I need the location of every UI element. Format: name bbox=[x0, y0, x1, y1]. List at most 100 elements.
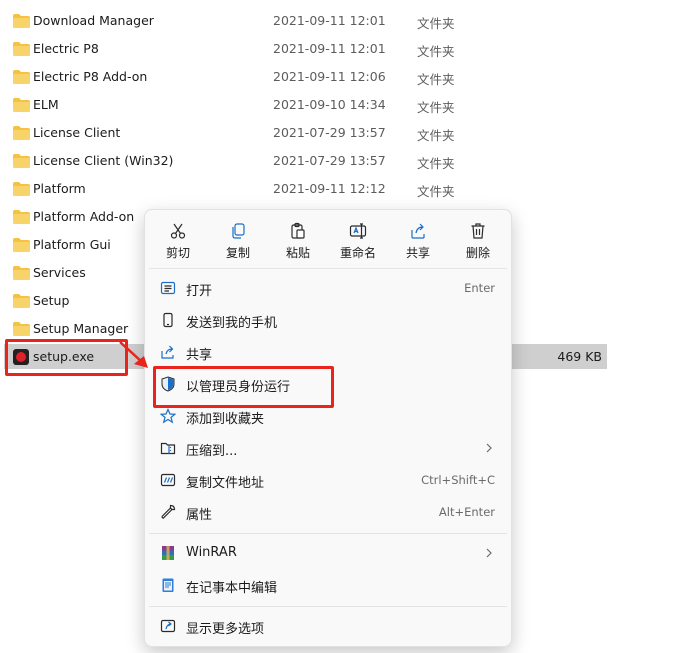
menu-item-properties[interactable]: 属性 Alt+Enter bbox=[149, 497, 507, 527]
menu-item-open[interactable]: 打开 Enter bbox=[149, 273, 507, 303]
copy-path-icon bbox=[160, 473, 176, 487]
file-date: 2021-09-10 14:34 bbox=[273, 97, 386, 112]
file-row[interactable]: ELM 2021-09-10 14:34 文件夹 bbox=[0, 91, 681, 119]
rename-button[interactable]: 重命名 bbox=[328, 216, 388, 266]
folder-icon bbox=[13, 322, 30, 336]
folder-icon bbox=[13, 182, 30, 196]
copy-label: 复制 bbox=[225, 246, 250, 260]
winrar-icon bbox=[162, 546, 174, 560]
folder-icon bbox=[13, 42, 30, 56]
folder-icon bbox=[13, 70, 30, 84]
file-date: 2021-09-11 12:01 bbox=[273, 13, 386, 28]
wrench-icon bbox=[161, 504, 176, 519]
file-row[interactable]: Download Manager 2021-09-11 12:01 文件夹 bbox=[0, 7, 681, 35]
menu-item-share[interactable]: 共享 bbox=[149, 337, 507, 367]
paste-button[interactable]: 粘贴 bbox=[268, 216, 328, 266]
file-name: License Client bbox=[33, 125, 121, 140]
delete-label: 删除 bbox=[465, 246, 490, 260]
folder-icon bbox=[13, 98, 30, 112]
cut-label: 剪切 bbox=[165, 246, 190, 260]
file-row[interactable]: License Client (Win32) 2021-07-29 13:57 … bbox=[0, 147, 681, 175]
menu-item-label: 共享 bbox=[186, 348, 213, 363]
file-row[interactable]: Platform 2021-09-11 12:12 文件夹 bbox=[0, 175, 681, 203]
menu-item-copy-path[interactable]: 复制文件地址 Ctrl+Shift+C bbox=[149, 465, 507, 495]
file-type: 文件夹 bbox=[417, 184, 455, 199]
menu-item-compress[interactable]: 压缩到... bbox=[149, 433, 507, 463]
file-type: 文件夹 bbox=[417, 128, 455, 143]
file-row[interactable]: Electric P8 2021-09-11 12:01 文件夹 bbox=[0, 35, 681, 63]
zip-folder-icon bbox=[160, 442, 176, 455]
menu-item-send-to-phone[interactable]: 发送到我的手机 bbox=[149, 305, 507, 335]
share-label: 共享 bbox=[405, 246, 430, 260]
file-name: Services bbox=[33, 265, 86, 280]
menu-item-label: 显示更多选项 bbox=[186, 622, 265, 637]
share-icon bbox=[411, 223, 425, 239]
chevron-right-icon bbox=[486, 443, 492, 453]
folder-icon bbox=[13, 126, 30, 140]
share-icon bbox=[161, 345, 174, 359]
menu-item-edit-notepad[interactable]: 在记事本中编辑 bbox=[149, 570, 507, 600]
menu-item-shortcut: Enter bbox=[464, 281, 495, 295]
folder-icon bbox=[13, 210, 30, 224]
scissors-icon bbox=[170, 223, 186, 239]
share-button[interactable]: 共享 bbox=[388, 216, 448, 266]
folder-icon bbox=[13, 14, 30, 28]
file-name: Platform Add-on bbox=[33, 209, 135, 224]
menu-separator bbox=[149, 533, 507, 534]
open-icon bbox=[160, 281, 176, 295]
rename-label: 重命名 bbox=[339, 246, 376, 260]
trash-icon bbox=[471, 223, 485, 239]
menu-item-label: 属性 bbox=[186, 508, 213, 523]
file-name: Setup bbox=[33, 293, 70, 308]
context-menu-toolbar: 剪切 复制 粘贴 重命名 共享 删除 bbox=[145, 210, 511, 268]
menu-separator bbox=[149, 606, 507, 607]
menu-item-label: 发送到我的手机 bbox=[186, 316, 278, 331]
file-name: ELM bbox=[33, 97, 59, 112]
file-date: 2021-09-11 12:01 bbox=[273, 41, 386, 56]
menu-item-winrar[interactable]: WinRAR bbox=[149, 538, 507, 568]
chevron-right-icon bbox=[486, 548, 492, 558]
notepad-icon bbox=[162, 578, 174, 592]
folder-icon bbox=[13, 154, 30, 168]
file-type: 文件夹 bbox=[417, 72, 455, 87]
menu-item-more-options[interactable]: 显示更多选项 bbox=[149, 611, 507, 641]
file-date: 2021-07-29 13:57 bbox=[273, 125, 386, 140]
menu-item-shortcut: Ctrl+Shift+C bbox=[421, 473, 495, 487]
file-name: Electric P8 bbox=[33, 41, 99, 56]
highlight-box-setup-exe bbox=[5, 339, 128, 376]
file-name: Platform Gui bbox=[33, 237, 111, 252]
menu-item-label: 打开 bbox=[186, 284, 213, 299]
copy-icon bbox=[232, 223, 245, 239]
menu-item-label: 在记事本中编辑 bbox=[186, 581, 278, 596]
cut-button[interactable]: 剪切 bbox=[148, 216, 208, 266]
star-icon bbox=[160, 408, 176, 424]
copy-button[interactable]: 复制 bbox=[208, 216, 268, 266]
menu-item-label: 添加到收藏夹 bbox=[186, 412, 265, 427]
menu-item-shortcut: Alt+Enter bbox=[438, 505, 495, 519]
file-name: Download Manager bbox=[33, 13, 154, 28]
file-name: Platform bbox=[33, 181, 86, 196]
file-date: 2021-09-11 12:06 bbox=[273, 69, 386, 84]
folder-icon bbox=[13, 266, 30, 280]
highlight-box-run-as-admin bbox=[153, 366, 334, 408]
file-date: 2021-07-29 13:57 bbox=[273, 153, 386, 168]
rename-icon bbox=[349, 223, 367, 239]
more-options-icon bbox=[160, 619, 176, 633]
file-name: License Client (Win32) bbox=[33, 153, 174, 168]
menu-item-label: 压缩到... bbox=[186, 444, 238, 459]
menu-item-label: WinRAR bbox=[186, 545, 237, 560]
file-size: 469 KB bbox=[557, 349, 602, 364]
file-row[interactable]: Electric P8 Add-on 2021-09-11 12:06 文件夹 bbox=[0, 63, 681, 91]
file-type: 文件夹 bbox=[417, 44, 455, 59]
file-date: 2021-09-11 12:12 bbox=[273, 181, 386, 196]
folder-icon bbox=[13, 294, 30, 308]
delete-button[interactable]: 删除 bbox=[448, 216, 508, 266]
file-row[interactable]: License Client 2021-07-29 13:57 文件夹 bbox=[0, 119, 681, 147]
paste-label: 粘贴 bbox=[285, 246, 310, 260]
phone-icon bbox=[163, 312, 173, 328]
file-name: Electric P8 Add-on bbox=[33, 69, 148, 84]
context-menu: 剪切 复制 粘贴 重命名 共享 删除 打开 Enter 发送到我的手机 共享 以… bbox=[144, 209, 512, 647]
file-type: 文件夹 bbox=[417, 16, 455, 31]
menu-item-label: 复制文件地址 bbox=[186, 476, 265, 491]
file-type: 文件夹 bbox=[417, 156, 455, 171]
